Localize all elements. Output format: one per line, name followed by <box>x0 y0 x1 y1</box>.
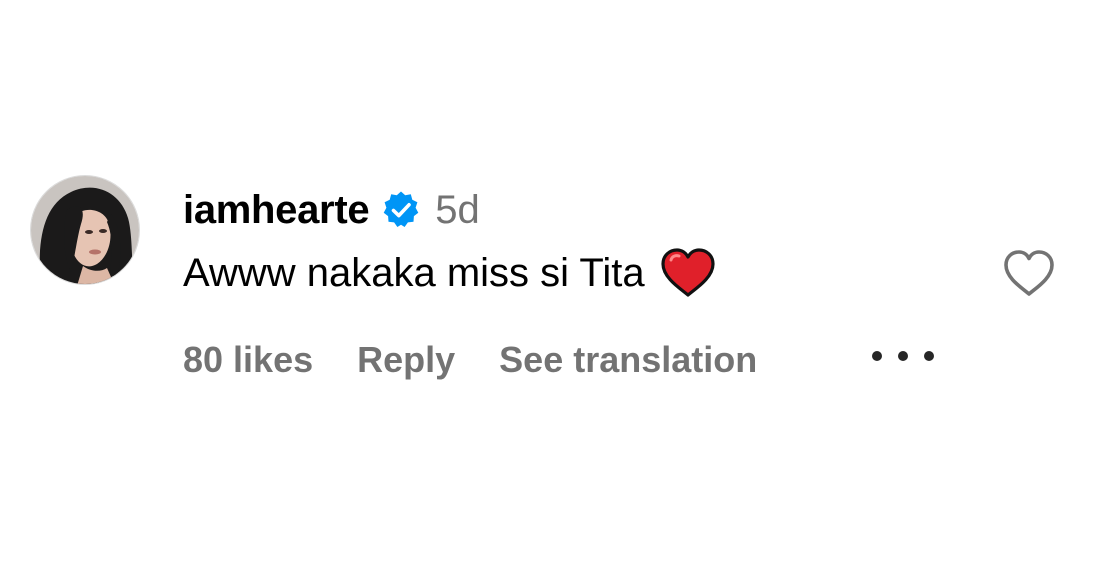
avatar[interactable] <box>30 175 140 285</box>
username-link[interactable]: iamhearte <box>183 188 370 233</box>
comment-body: Awww nakaka miss si Tita <box>183 244 717 302</box>
more-options-icon-dot <box>924 351 934 361</box>
red-heart-emoji-icon <box>659 247 717 299</box>
more-options-button[interactable] <box>872 340 934 372</box>
comment-timestamp[interactable]: 5d <box>435 188 480 233</box>
verified-badge-icon <box>381 190 421 230</box>
like-button[interactable] <box>1000 248 1058 300</box>
profile-photo <box>31 176 139 284</box>
comment-text: Awww nakaka miss si Tita <box>183 250 645 295</box>
likes-count-button[interactable]: 80 likes <box>183 339 313 381</box>
see-translation-button[interactable]: See translation <box>499 339 757 381</box>
heart-outline-icon <box>1004 250 1054 296</box>
comment-actions: 80 likes Reply See translation <box>183 332 757 388</box>
comment-row: iamhearte 5d Awww nakaka miss si Tita 80… <box>0 0 1120 588</box>
reply-button[interactable]: Reply <box>357 339 455 381</box>
more-options-icon-dot <box>898 351 908 361</box>
comment-header: iamhearte 5d <box>183 182 480 238</box>
more-options-icon <box>872 351 882 361</box>
